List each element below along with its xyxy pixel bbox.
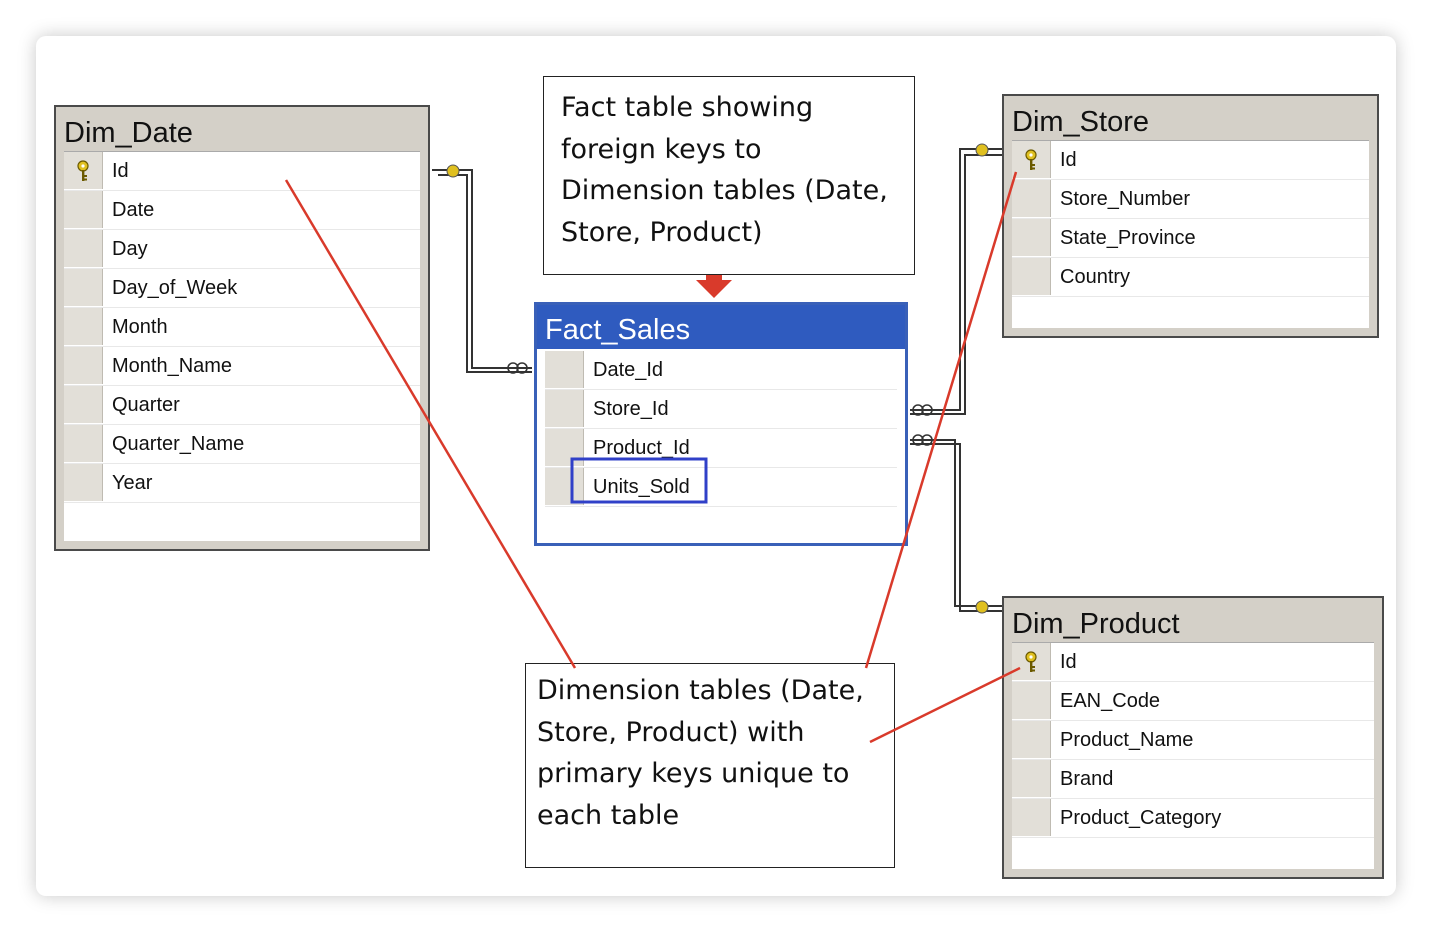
table-title: Dim_Store	[1012, 106, 1149, 138]
field-row[interactable]: Id	[1012, 141, 1369, 180]
fact-sales-table[interactable]: Fact_Sales Date_Id Store_Id Product_Id Unit…	[534, 302, 908, 546]
field-row[interactable]: Store_Number	[1012, 180, 1369, 219]
field-row[interactable]: Month_Name	[64, 347, 420, 386]
row-selector[interactable]	[1012, 643, 1051, 680]
field-row[interactable]: Product_Category	[1012, 799, 1374, 838]
row-selector[interactable]	[1012, 180, 1051, 217]
row-selector[interactable]	[64, 425, 103, 462]
field-row[interactable]: State_Province	[1012, 219, 1369, 258]
field-name: State_Province	[1060, 227, 1196, 249]
relationship-store-line	[910, 148, 1002, 415]
key-end-icon	[446, 164, 460, 178]
field-row[interactable]: Quarter	[64, 386, 420, 425]
row-selector[interactable]	[64, 191, 103, 228]
field-row[interactable]: Year	[64, 464, 420, 503]
primary-key-icon	[1025, 651, 1037, 672]
row-selector[interactable]	[64, 269, 103, 306]
row-selector[interactable]	[64, 386, 103, 423]
field-name: Id	[1060, 149, 1077, 171]
note-line: Store, Product)	[561, 216, 763, 248]
field-row[interactable]: Brand	[1012, 760, 1374, 799]
row-selector[interactable]	[1012, 141, 1051, 178]
row-selector[interactable]	[64, 347, 103, 384]
field-row[interactable]: Day	[64, 230, 420, 269]
row-selector[interactable]	[1012, 721, 1051, 758]
field-name: Product_Name	[1060, 729, 1194, 751]
field-row[interactable]: EAN_Code	[1012, 682, 1374, 721]
row-selector[interactable]	[1012, 258, 1051, 295]
field-row[interactable]: Id	[64, 152, 420, 191]
field-name: Product_Id	[593, 437, 690, 459]
field-row[interactable]: Units_Sold	[545, 468, 897, 507]
dim-store-table[interactable]: Dim_Store Id Store_Number State_Province Co…	[1002, 94, 1379, 338]
field-name: Product_Category	[1060, 807, 1222, 829]
field-name: Day	[112, 238, 148, 260]
note-line: Fact table showing	[561, 92, 814, 123]
dim-product-table[interactable]: Dim_Product Id EAN_Code Product_Name Brand P…	[1002, 596, 1384, 879]
row-selector[interactable]	[64, 464, 103, 501]
row-selector[interactable]	[545, 429, 584, 466]
dimension-tables-note: Dimension tables (Date, Store, Product) w…	[525, 663, 895, 868]
field-name: Month_Name	[112, 355, 233, 377]
row-selector[interactable]	[64, 230, 103, 267]
field-row[interactable]: Date	[64, 191, 420, 230]
field-row[interactable]: Month	[64, 308, 420, 347]
field-name: Date_Id	[593, 359, 664, 381]
field-row[interactable]: Store_Id	[545, 390, 897, 429]
note-line: Dimension tables (Date,	[561, 175, 888, 206]
field-name: Country	[1060, 266, 1131, 288]
relationship-date-line	[432, 169, 532, 373]
row-selector[interactable]	[1012, 219, 1051, 256]
field-row[interactable]: Product_Id	[545, 429, 897, 468]
field-list: Date_Id Store_Id Product_Id Units_Sold	[545, 351, 897, 535]
field-row[interactable]: Id	[1012, 643, 1374, 682]
field-name: Store_Id	[593, 398, 669, 420]
table-title: Dim_Product	[1012, 608, 1180, 640]
row-selector[interactable]	[64, 308, 103, 345]
row-selector[interactable]	[1012, 760, 1051, 797]
field-row[interactable]: Country	[1012, 258, 1369, 297]
field-row[interactable]: Day_of_Week	[64, 269, 420, 308]
field-name: Brand	[1060, 768, 1114, 790]
field-name: Quarter	[112, 394, 180, 416]
field-name: Year	[112, 472, 153, 494]
table-title: Dim_Date	[64, 117, 193, 149]
key-end-icon	[975, 143, 989, 157]
field-name: Id	[112, 160, 129, 182]
note-line: Dimension tables (Date,	[537, 675, 864, 706]
primary-key-icon	[77, 160, 89, 181]
row-selector[interactable]	[1012, 799, 1051, 836]
field-name: Quarter_Name	[112, 433, 245, 455]
field-name: Month	[112, 316, 168, 338]
key-end-icon	[975, 600, 989, 614]
field-list: Id Date Day Day_of_Week Month Month_Name Quart…	[64, 151, 420, 541]
field-name: Id	[1060, 651, 1077, 673]
note-line: Store, Product) with	[537, 716, 805, 748]
fact-table-note: Fact table showing foreign keys to Dimensi…	[543, 76, 915, 275]
field-row[interactable]: Product_Name	[1012, 721, 1374, 760]
dim-date-table[interactable]: Dim_Date Id Date Day Day_of_Week Month Month_…	[54, 105, 430, 551]
note-line: each table	[537, 799, 680, 831]
row-selector[interactable]	[545, 351, 584, 388]
field-name: Store_Number	[1060, 188, 1191, 210]
field-list: Id EAN_Code Product_Name Brand Product_Categ…	[1012, 642, 1374, 869]
primary-key-icon	[1025, 149, 1037, 170]
table-title: Fact_Sales	[537, 305, 905, 349]
field-list: Id Store_Number State_Province Country	[1012, 140, 1369, 328]
row-selector[interactable]	[1012, 682, 1051, 719]
note-line: primary keys unique to	[537, 758, 850, 789]
row-selector[interactable]	[545, 390, 584, 427]
relationship-product-line	[910, 439, 1002, 612]
note-line: foreign keys to	[561, 133, 762, 165]
field-name: EAN_Code	[1060, 690, 1161, 712]
field-name: Units_Sold	[593, 476, 690, 498]
field-name: Date	[112, 199, 155, 221]
row-selector[interactable]	[545, 468, 584, 505]
field-row[interactable]: Quarter_Name	[64, 425, 420, 464]
row-selector[interactable]	[64, 152, 103, 189]
field-row[interactable]: Date_Id	[545, 351, 897, 390]
field-name: Day_of_Week	[112, 277, 238, 299]
